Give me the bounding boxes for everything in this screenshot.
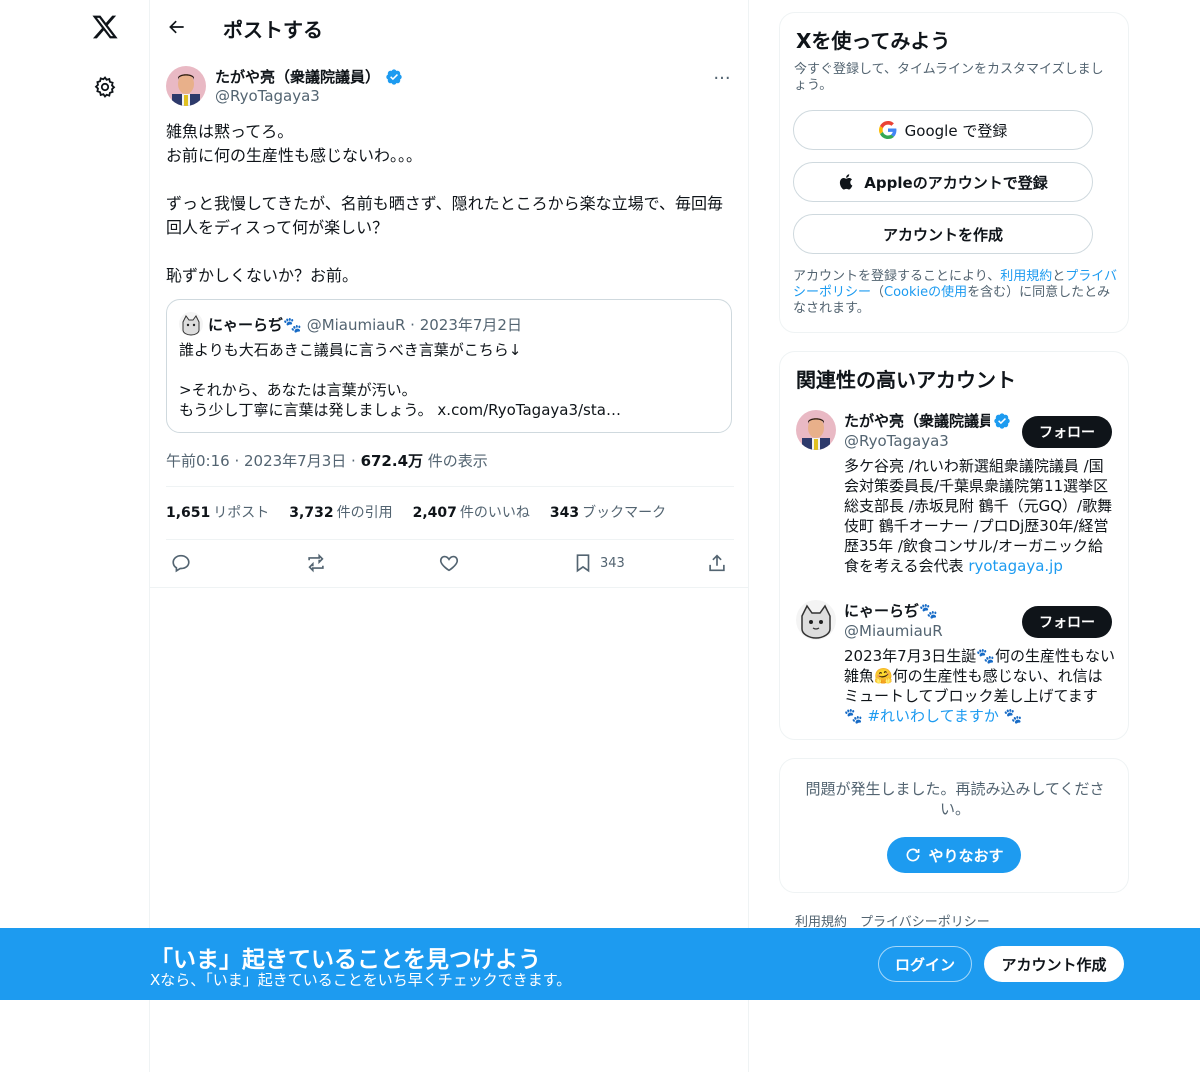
- login-button[interactable]: ログイン: [878, 946, 972, 982]
- google-signup-label: Google で登録: [904, 121, 1008, 140]
- account-avatar[interactable]: [796, 410, 836, 450]
- stat-likes[interactable]: 2,407 件のいいね: [413, 502, 530, 522]
- reply-button[interactable]: [170, 550, 192, 576]
- google-signup-button[interactable]: Google で登録: [793, 110, 1093, 150]
- author-name-text: たがや亮（衆議院議員）: [215, 68, 381, 86]
- page-title: ポストする: [223, 18, 323, 42]
- repost-icon: [308, 553, 324, 573]
- related-account[interactable]: たがや亮（衆議院議員） @RyoTagaya3 フォロー 多ケ谷亮 /れいわ新選…: [796, 410, 1116, 580]
- error-message: 問題が発生しました。再読み込みしてください。: [805, 780, 1105, 818]
- apple-logo-icon: [840, 174, 853, 190]
- signup-card: Xを使ってみよう 今すぐ登録して、タイムラインをカスタマイズしましょう。 Goo…: [779, 12, 1129, 333]
- back-button[interactable]: [162, 12, 192, 42]
- post-timestamp[interactable]: 午前0:16 · 2023年7月3日 · 672.4万 件の表示: [166, 450, 488, 471]
- top-bar: ポストする: [150, 0, 750, 54]
- heart-icon: [439, 555, 459, 572]
- terms-link[interactable]: 利用規約: [1000, 269, 1052, 284]
- account-bio: 2023年7月3日生誕🐾何の生産性もない雑魚🤗何の生産性も感じない、れ信はミュー…: [844, 647, 1115, 725]
- divider: [166, 486, 734, 487]
- bookmark-count: 343: [600, 555, 625, 571]
- verified-badge-icon: [386, 68, 402, 85]
- stat-quotes[interactable]: 3,732 件の引用: [289, 502, 392, 522]
- x-logo-icon[interactable]: [88, 10, 122, 44]
- create-account-label: アカウントを作成: [882, 225, 1003, 244]
- retry-label: やりなおす: [928, 846, 1004, 865]
- create-account-button[interactable]: アカウントを作成: [793, 214, 1093, 254]
- stat-bookmarks[interactable]: 343 ブックマーク: [550, 502, 666, 522]
- author-handle[interactable]: @RyoTagaya3: [215, 87, 320, 105]
- signup-terms: アカウントを登録することにより、利用規約とプライバシーポリシー（Cookieの使…: [793, 269, 1118, 316]
- author-avatar[interactable]: [166, 66, 206, 106]
- account-avatar[interactable]: [796, 600, 836, 640]
- share-button[interactable]: [706, 550, 728, 576]
- like-button[interactable]: [438, 550, 460, 576]
- reply-icon: [172, 554, 190, 573]
- error-card: 問題が発生しました。再読み込みしてください。 やりなおす: [779, 758, 1129, 893]
- account-link[interactable]: ryotagaya.jp: [968, 557, 1063, 575]
- follow-button[interactable]: フォロー: [1022, 606, 1112, 638]
- repost-button[interactable]: [304, 550, 328, 576]
- quoted-post-header: にゃーらぢ🐾 @MiaumiauR · 2023年7月2日: [179, 312, 522, 336]
- account-bio: 多ケ谷亮 /れいわ新選組衆議院議員 /国会対策委員長/千葉県衆議院第11選挙区総…: [844, 457, 1113, 575]
- main-column: ポストする たがや亮（衆議院議員） @RyoTagaya3 ··· 雑魚は黙って…: [149, 0, 749, 1072]
- post-stats: 1,651 リポスト 3,732 件の引用 2,407 件のいいね 343 ブックマーク: [166, 502, 666, 522]
- quoted-author-meta: @MiaumiauR · 2023年7月2日: [306, 315, 522, 334]
- banner-subtitle: Xなら、「いま」起きていることをいち早くチェックできます。: [150, 971, 572, 989]
- timestamp-text: 午前0:16 · 2023年7月3日 ·: [166, 452, 361, 470]
- quoted-author-name: にゃーらぢ🐾: [208, 315, 302, 334]
- refresh-icon: [907, 848, 920, 862]
- account-handle[interactable]: @RyoTagaya3: [844, 432, 949, 450]
- divider: [150, 587, 748, 588]
- hashtag-link[interactable]: #れいわしてますか: [867, 707, 998, 725]
- signup-banner: 「いま」起きていることを見つけよう Xなら、「いま」起きていることをいち早くチェ…: [0, 928, 1200, 1000]
- stat-reposts[interactable]: 1,651 リポスト: [166, 502, 269, 522]
- banner-create-account-button[interactable]: アカウント作成: [984, 946, 1124, 982]
- author-name[interactable]: たがや亮（衆議院議員）: [215, 66, 403, 87]
- verified-badge-icon: [994, 412, 1010, 429]
- left-nav: [0, 0, 150, 1072]
- signup-subtitle: 今すぐ登録して、タイムラインをカスタマイズしましょう。: [794, 62, 1104, 93]
- related-account[interactable]: にゃーらぢ🐾 @MiaumiauR フォロー 2023年7月3日生誕🐾何の生産性…: [796, 600, 1116, 730]
- bookmark-icon: [576, 554, 590, 573]
- more-icon: ···: [713, 67, 731, 89]
- apple-signup-label: Appleのアカウントで登録: [864, 173, 1048, 192]
- views-count: 672.4万: [360, 452, 424, 470]
- account-name[interactable]: たがや亮（衆議院議員）: [844, 410, 1014, 431]
- quoted-author-avatar: [179, 312, 203, 336]
- quoted-post[interactable]: にゃーらぢ🐾 @MiaumiauR · 2023年7月2日 誰よりも大石あきこ議…: [166, 299, 732, 433]
- views-label: 件の表示: [423, 452, 488, 470]
- signup-title: Xを使ってみよう: [796, 29, 951, 53]
- related-accounts-card: 関連性の高いアカウント たがや亮（衆議院議員） @RyoTagaya3 フォロー…: [779, 351, 1129, 740]
- arrow-left-icon: [169, 20, 184, 34]
- post-actions: 343: [150, 540, 750, 588]
- retry-button[interactable]: やりなおす: [887, 837, 1021, 873]
- follow-button[interactable]: フォロー: [1022, 416, 1112, 448]
- google-logo-icon: [878, 121, 897, 139]
- share-icon: [709, 554, 725, 572]
- cookie-link[interactable]: Cookieの使用: [884, 285, 967, 300]
- post-text: 雑魚は黙ってろ。 お前に何の生産性も感じないわ。。。 ずっと我慢してきたが、名前…: [166, 122, 723, 285]
- account-handle[interactable]: @MiaumiauR: [844, 622, 943, 640]
- more-options-button[interactable]: ···: [710, 66, 734, 90]
- gear-icon[interactable]: [91, 73, 119, 101]
- bookmark-button[interactable]: 343: [572, 550, 625, 576]
- related-title: 関連性の高いアカウント: [796, 368, 1016, 392]
- quoted-post-text: 誰よりも大石あきこ議員に言うべき言葉がこちら↓ >それから、あなたは言葉が汚い。…: [179, 341, 621, 419]
- account-name[interactable]: にゃーらぢ🐾: [844, 600, 1014, 621]
- apple-signup-button[interactable]: Appleのアカウントで登録: [793, 162, 1093, 202]
